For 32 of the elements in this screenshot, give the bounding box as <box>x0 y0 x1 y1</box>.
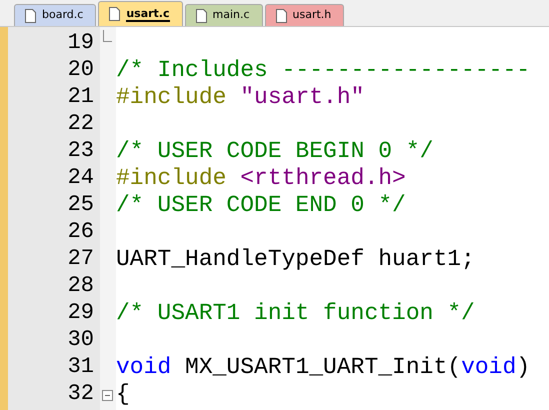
line-number: 24 <box>66 165 95 192</box>
code-line: UART_HandleTypeDef huart1; <box>116 246 475 272</box>
code-line: /* Includes ------------------ <box>116 57 530 83</box>
line-number: 29 <box>66 300 95 327</box>
code-line: #include <rtthread.h> <box>116 165 406 191</box>
file-tab[interactable]: usart.h <box>264 4 344 26</box>
file-tab[interactable]: board.c <box>14 4 96 26</box>
file-icon <box>109 7 120 21</box>
file-icon <box>196 8 206 22</box>
file-tab[interactable]: usart.c <box>98 1 182 26</box>
line-number: 22 <box>66 111 95 138</box>
file-tab[interactable]: main.c <box>184 4 263 26</box>
line-number: 20 <box>66 57 95 84</box>
collapse-icon[interactable] <box>102 390 113 401</box>
code-line: void MX_USART1_UART_Init(void) <box>116 354 530 380</box>
code-line: #include "usart.h" <box>116 84 364 110</box>
code-line: /* USART1 init function */ <box>116 300 475 326</box>
file-icon <box>25 8 36 22</box>
file-icon <box>276 8 287 22</box>
line-number: 19 <box>66 30 95 57</box>
line-number: 28 <box>66 273 95 300</box>
line-number: 27 <box>66 246 95 273</box>
line-number: 30 <box>66 327 95 354</box>
code-line: /* USER CODE BEGIN 0 */ <box>116 138 434 164</box>
line-number: 23 <box>66 138 95 165</box>
line-number: 31 <box>66 354 95 381</box>
line-number: 26 <box>66 219 95 246</box>
code-line: /* USER CODE END 0 */ <box>116 192 406 218</box>
line-number: 25 <box>66 192 95 219</box>
line-number: 21 <box>66 84 95 111</box>
line-number: 32 <box>66 381 95 408</box>
code-line: { <box>116 381 130 407</box>
